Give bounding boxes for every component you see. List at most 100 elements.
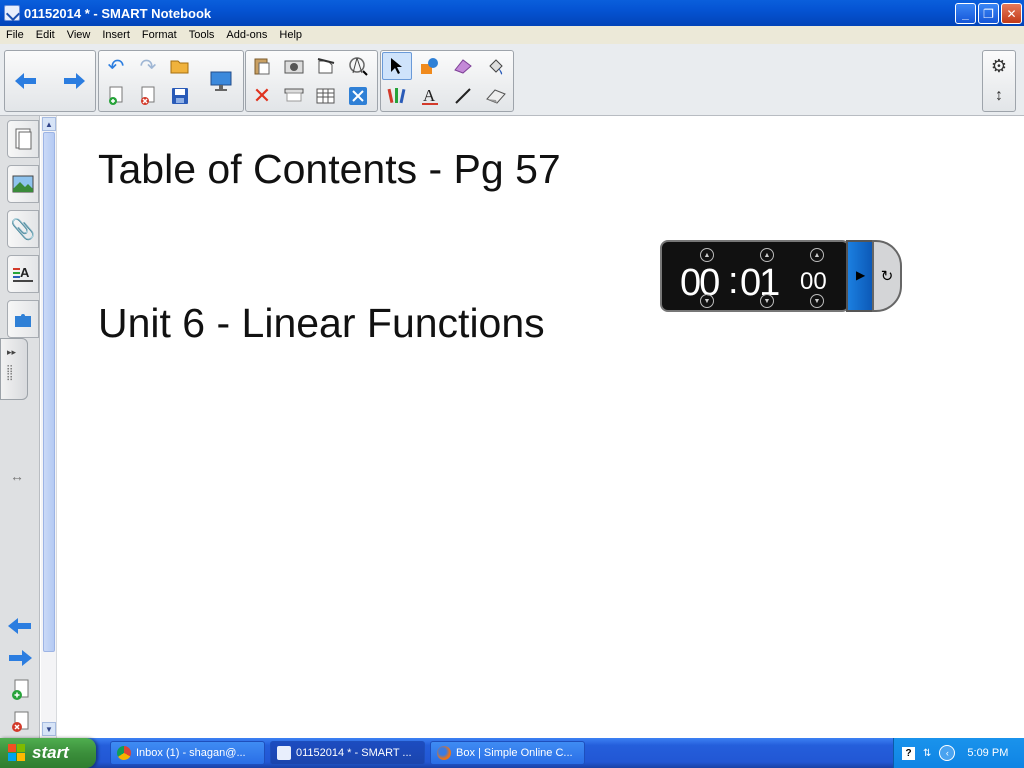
notebook-page[interactable]: Table of Contents - Pg 57 Unit 6 - Linea… — [58, 116, 1024, 738]
toolbar: ↶ ↷ ✕ A ⚙ ↕ — [0, 44, 1024, 116]
side-tab-bar: 📎 A ▸▸ ⠿ ⠿ ↔ — [0, 116, 40, 738]
pens-icon — [387, 88, 406, 104]
tab-properties[interactable]: A — [7, 255, 39, 293]
taskbar-item-label: Inbox (1) - shagan@... — [136, 747, 246, 759]
open-file-button[interactable] — [165, 52, 195, 80]
restore-button[interactable]: ❐ — [978, 3, 999, 24]
smart-notebook-app-icon — [4, 5, 20, 21]
minimize-button[interactable]: _ — [955, 3, 976, 24]
collapse-arrows-icon: ▸▸ — [7, 347, 17, 357]
svg-text:A: A — [423, 86, 436, 105]
network-icon[interactable]: ⇅ — [923, 748, 931, 759]
clear-page-icon — [317, 58, 335, 74]
add-page-icon — [109, 86, 123, 105]
close-button[interactable]: ✕ — [1001, 3, 1022, 24]
fill-tool-button[interactable] — [481, 52, 511, 80]
delete-button[interactable]: ✕ — [247, 82, 277, 110]
save-button[interactable] — [165, 82, 195, 110]
sidebar-delete-page-button[interactable] — [5, 708, 35, 736]
back-arrow-icon — [8, 618, 31, 634]
grip-icon: ⠿ ⠿ — [6, 365, 14, 384]
menu-tools[interactable]: Tools — [183, 29, 221, 41]
clear-page-button[interactable] — [311, 52, 341, 80]
insert-table-button[interactable] — [311, 82, 341, 110]
select-tool-button[interactable] — [382, 52, 412, 80]
sidebar-previous-page-button[interactable] — [5, 612, 35, 640]
attachments-icon: 📎 — [10, 218, 36, 241]
vertical-scrollbar[interactable]: ▲ ▼ — [41, 116, 57, 738]
fullscreen-icon — [349, 87, 367, 105]
smart-notebook-icon — [277, 746, 291, 760]
hundredths-down-icon[interactable]: ▼ — [810, 294, 824, 308]
minutes-up-icon[interactable]: ▲ — [700, 248, 714, 262]
screen-display-button[interactable] — [203, 51, 241, 111]
add-page-button[interactable] — [101, 82, 131, 110]
move-toolbar-button[interactable]: ↕ — [984, 82, 1014, 110]
seconds-up-icon[interactable]: ▲ — [760, 248, 774, 262]
menu-file[interactable]: File — [0, 29, 30, 41]
delete-page-button[interactable] — [133, 82, 163, 110]
screen-capture-button[interactable] — [279, 52, 309, 80]
eraser-tool-button[interactable] — [481, 82, 511, 110]
save-icon — [172, 88, 188, 104]
timer-widget[interactable]: ▲ ▲ ▲ 00 : 01 00 ▼ ▼ ▼ ▶ ↻ — [660, 240, 902, 312]
menu-view[interactable]: View — [61, 29, 97, 41]
shapes-icon — [421, 58, 438, 74]
line-icon — [455, 88, 471, 104]
next-page-button[interactable] — [59, 51, 89, 111]
eraser-pink-icon — [454, 59, 472, 74]
minutes-down-icon[interactable]: ▼ — [700, 294, 714, 308]
previous-page-button[interactable] — [11, 51, 41, 111]
scroll-up-button[interactable]: ▲ — [42, 117, 56, 131]
tab-gallery[interactable] — [7, 165, 39, 203]
hundredths-up-icon[interactable]: ▲ — [810, 248, 824, 262]
scroll-down-button[interactable]: ▼ — [42, 722, 56, 736]
taskbar-item-label: 01152014 * - SMART ... — [296, 747, 412, 759]
start-button[interactable]: start — [0, 738, 96, 768]
menu-format[interactable]: Format — [136, 29, 183, 41]
table-icon — [316, 88, 335, 104]
toolbar-group-edit: ✕ — [245, 50, 378, 112]
menu-edit[interactable]: Edit — [30, 29, 61, 41]
gallery-icon — [12, 175, 34, 193]
help-icon[interactable]: ? — [902, 746, 915, 760]
tray-expand-icon[interactable]: ‹ — [939, 745, 956, 761]
play-icon: ▶ — [856, 268, 866, 282]
screen-shade-button[interactable] — [279, 82, 309, 110]
paste-button[interactable] — [247, 52, 277, 80]
settings-button[interactable]: ⚙ — [984, 52, 1014, 80]
page-subheading[interactable]: Unit 6 - Linear Functions — [98, 300, 545, 347]
redo-button[interactable]: ↷ — [133, 52, 163, 80]
undo-button[interactable]: ↶ — [101, 52, 131, 80]
sidebar-collapse-handle[interactable]: ▸▸ ⠿ ⠿ — [0, 338, 28, 400]
seconds-down-icon[interactable]: ▼ — [760, 294, 774, 308]
taskbar-item-smart-notebook[interactable]: 01152014 * - SMART ... — [270, 741, 425, 765]
shapes-tool-button[interactable] — [415, 52, 445, 80]
line-tool-button[interactable] — [448, 82, 478, 110]
menu-insert[interactable]: Insert — [96, 29, 136, 41]
toolbar-group-navigation — [4, 50, 96, 112]
taskbar-item-firefox[interactable]: Box | Simple Online C... — [430, 741, 585, 765]
measurement-tools-button[interactable] — [343, 52, 373, 80]
page-heading[interactable]: Table of Contents - Pg 57 — [98, 146, 561, 193]
tab-addons[interactable] — [7, 300, 39, 338]
taskbar-item-chrome[interactable]: Inbox (1) - shagan@... — [110, 741, 265, 765]
fullscreen-button[interactable] — [343, 82, 373, 110]
move-toolbar-icon: ↕ — [995, 87, 1003, 104]
toolbar-group-tools: A — [380, 50, 514, 112]
sidebar-add-page-button[interactable] — [5, 676, 35, 704]
back-arrow-icon — [15, 73, 36, 89]
timer-reset-button[interactable]: ↻ — [872, 240, 902, 312]
resize-handle-icon[interactable]: ↔ — [10, 468, 24, 484]
scroll-thumb[interactable] — [43, 132, 55, 652]
clock[interactable]: 5:09 PM — [967, 747, 1008, 759]
start-label: start — [32, 743, 69, 762]
tab-attachments[interactable]: 📎 — [7, 210, 39, 248]
text-tool-button[interactable]: A — [415, 82, 445, 110]
tab-page-sorter[interactable] — [7, 120, 39, 158]
menu-addons[interactable]: Add-ons — [220, 29, 273, 41]
sidebar-next-page-button[interactable] — [5, 644, 35, 672]
pens-tool-button[interactable] — [382, 82, 412, 110]
creative-pen-button[interactable] — [448, 52, 478, 80]
menu-help[interactable]: Help — [273, 29, 308, 41]
